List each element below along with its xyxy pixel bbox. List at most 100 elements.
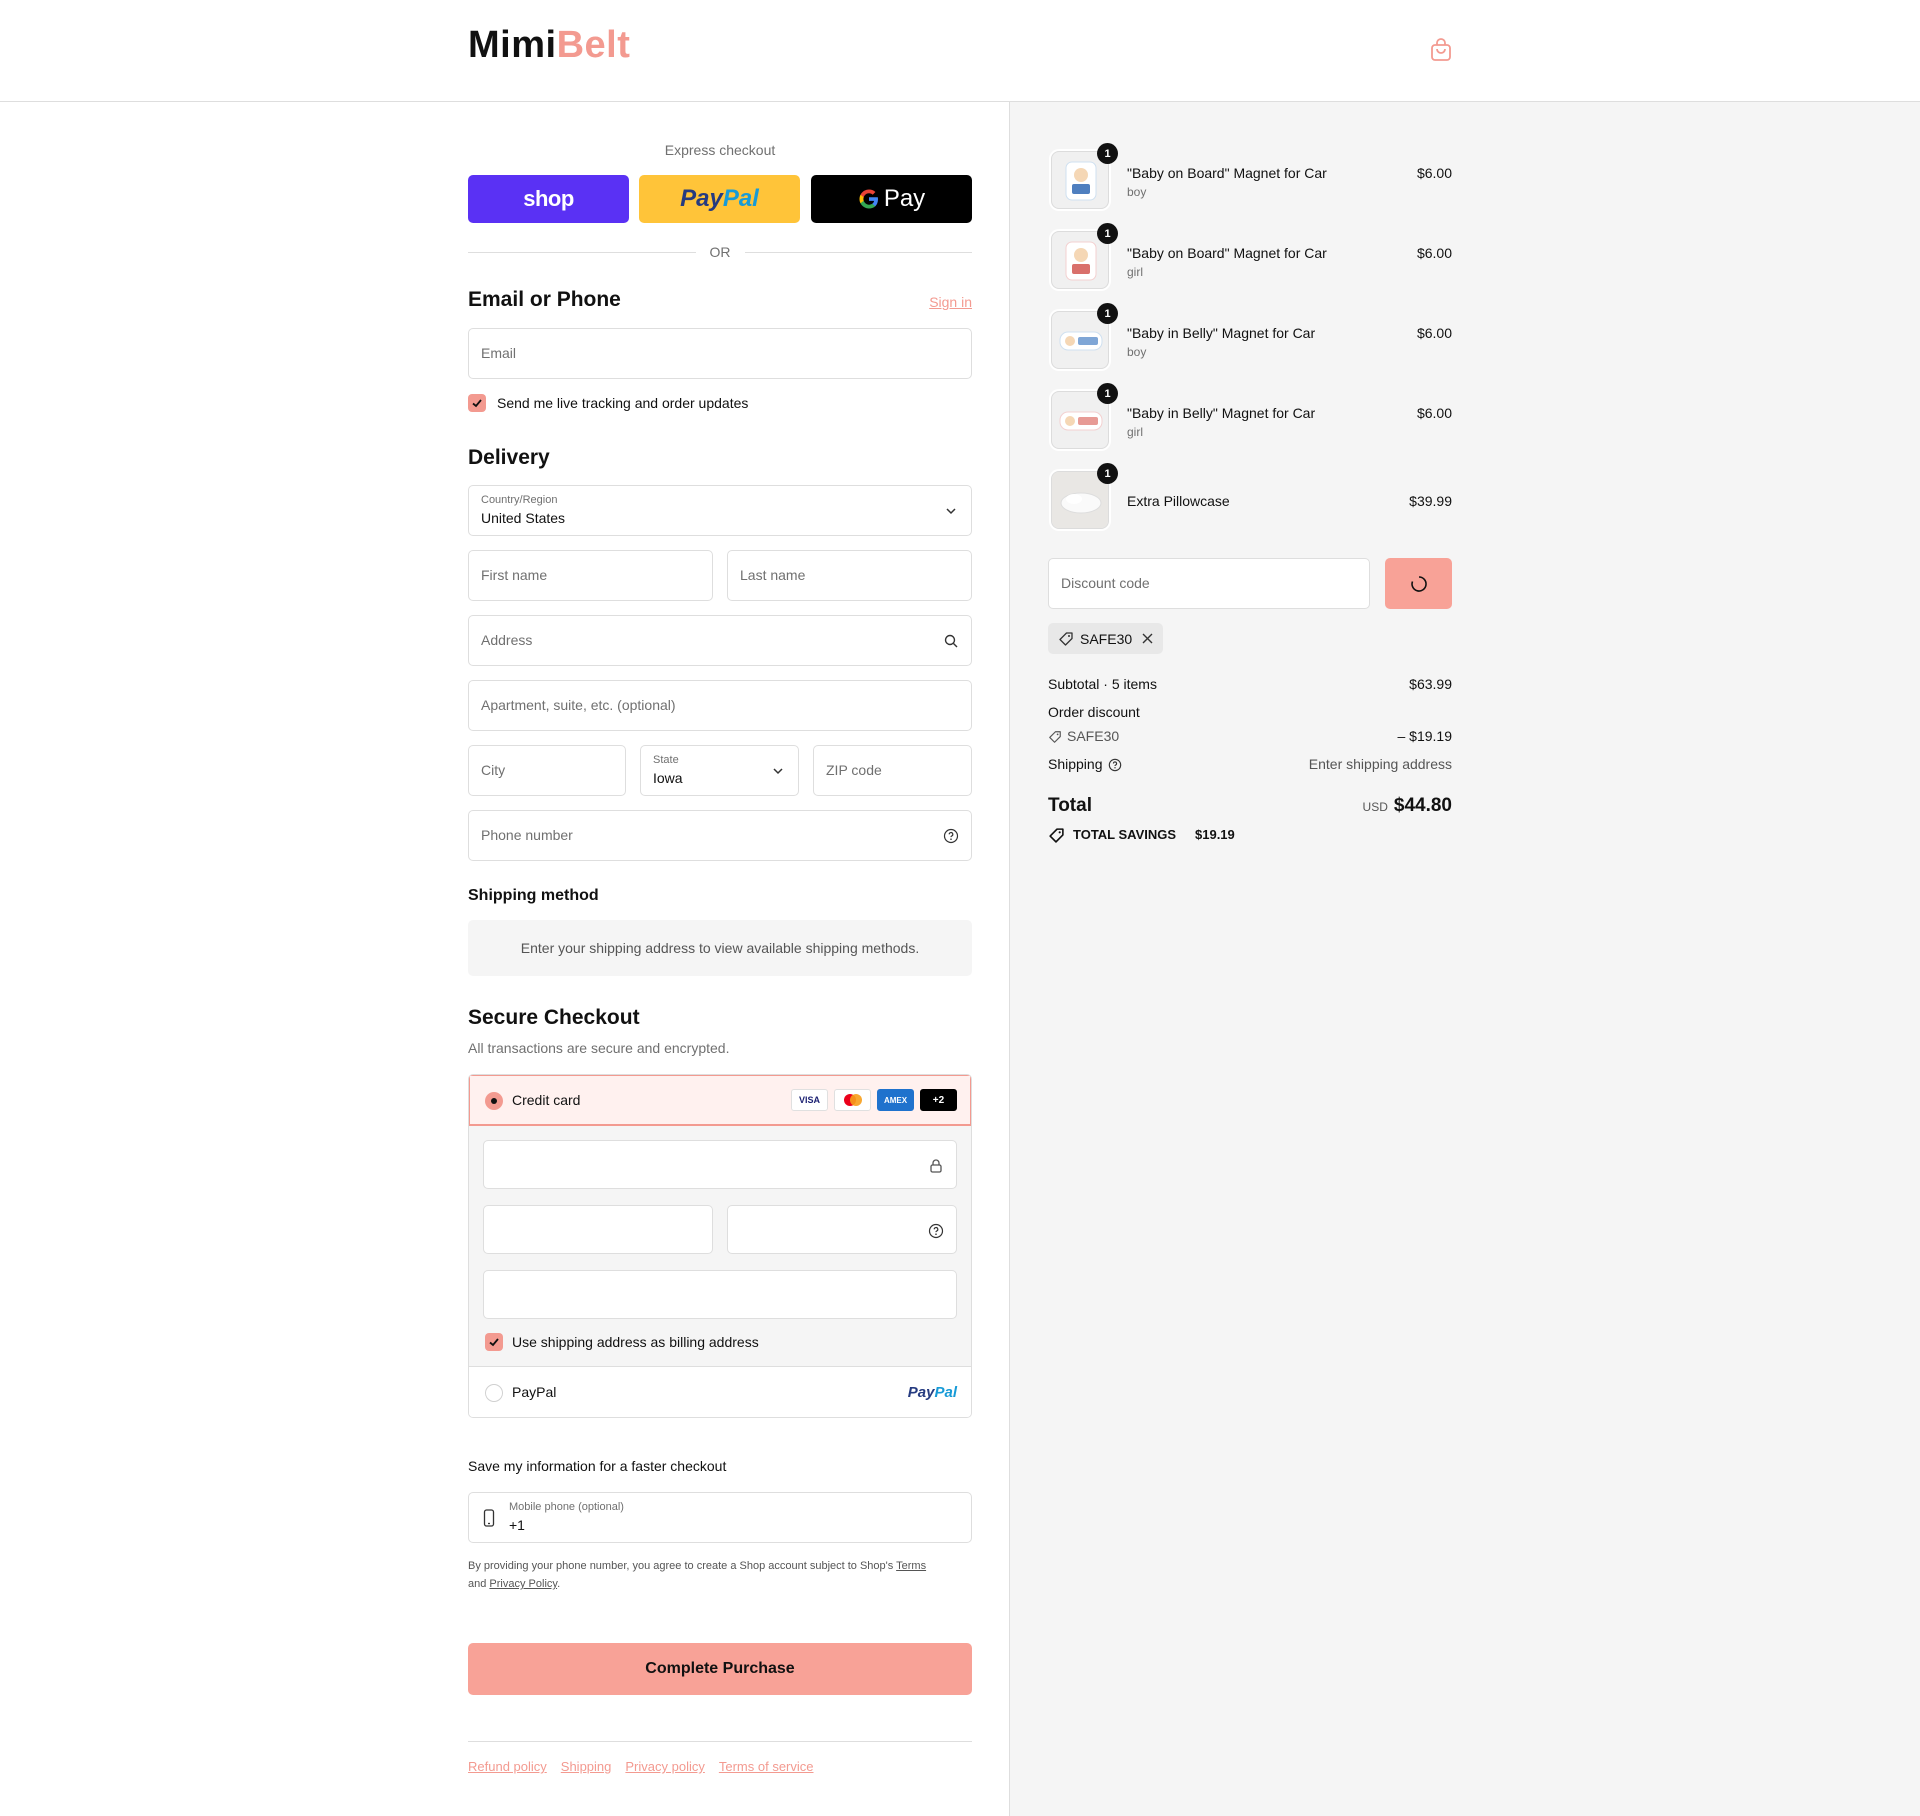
help-circle-icon[interactable] — [928, 1223, 944, 1239]
discount-code-placeholder: Discount code — [1061, 575, 1150, 591]
cart-item: 1 "Baby on Board" Magnet for Car girl $6… — [1048, 223, 1452, 292]
item-variant: boy — [1127, 345, 1147, 359]
card-number-field[interactable] — [483, 1140, 957, 1189]
cart-item: 1 "Baby in Belly" Magnet for Car girl $6… — [1048, 383, 1452, 452]
privacy-policy-link[interactable]: Privacy Policy — [489, 1578, 557, 1590]
subtotal-label: Subtotal · 5 items — [1048, 676, 1157, 692]
state-value: Iowa — [653, 770, 683, 786]
or-divider: OR — [468, 242, 972, 262]
state-label: State — [653, 754, 679, 766]
quantity-badge: 1 — [1097, 383, 1118, 404]
total-label: Total — [1048, 795, 1092, 816]
or-text: OR — [709, 244, 731, 260]
quantity-badge: 1 — [1097, 303, 1118, 324]
shipping-row: Shipping Enter shipping address — [1048, 756, 1452, 772]
tag-icon — [1049, 828, 1064, 843]
search-icon — [944, 634, 958, 648]
express-checkout-buttons: shop Pay Pal Pay — [468, 175, 972, 223]
google-pay-button[interactable]: Pay — [811, 175, 972, 223]
country-value: United States — [481, 510, 566, 526]
complete-purchase-button[interactable]: Complete Purchase — [468, 1643, 972, 1695]
total-value: $44.80 — [1393, 795, 1452, 816]
cart-item: 1 Extra Pillowcase $39.99 — [1048, 463, 1452, 532]
name-on-card-field[interactable] — [483, 1270, 957, 1319]
item-name: "Baby in Belly" Magnet for Car — [1127, 325, 1316, 341]
item-name: Extra Pillowcase — [1127, 493, 1230, 509]
email-field[interactable]: Email — [468, 328, 972, 379]
shopping-bag-icon[interactable] — [1430, 38, 1452, 62]
expiration-date-field[interactable] — [483, 1205, 713, 1254]
subtotal-value: $63.99 — [1409, 676, 1452, 692]
google-g-icon — [859, 189, 878, 209]
checkmark-icon — [472, 399, 482, 408]
amex-icon: AMEX — [877, 1089, 914, 1111]
mobile-phone-value: +1 — [509, 1517, 525, 1533]
credit-card-radio[interactable] — [485, 1092, 503, 1110]
address-field[interactable]: Address — [468, 615, 972, 666]
total-row: Total USD $44.80 — [1048, 795, 1452, 821]
cart-item: 1 "Baby on Board" Magnet for Car boy $6.… — [1048, 143, 1452, 212]
state-select[interactable]: State Iowa — [640, 745, 799, 796]
apply-discount-button[interactable] — [1385, 558, 1452, 609]
paypal-express-button[interactable]: Pay Pal — [639, 175, 800, 223]
help-circle-icon[interactable] — [1108, 758, 1122, 772]
applied-discount-chip: SAFE30 — [1048, 623, 1163, 654]
security-code-field[interactable] — [727, 1205, 957, 1254]
city-field[interactable]: City — [468, 745, 626, 796]
chevron-down-icon — [773, 768, 783, 775]
credit-card-option[interactable]: Credit card VISA AMEX +2 — [469, 1075, 971, 1126]
paypal-option[interactable]: PayPal PayPal — [469, 1366, 971, 1417]
currency-code: USD — [1362, 800, 1388, 814]
first-name-field[interactable]: First name — [468, 550, 713, 601]
total-savings-value: $19.19 — [1195, 827, 1235, 842]
last-name-field[interactable]: Last name — [727, 550, 972, 601]
privacy-policy-footer-link[interactable]: Privacy policy — [625, 1759, 704, 1774]
logo-text-2: Belt — [556, 24, 631, 66]
tag-icon — [1059, 632, 1073, 646]
shipping-label: Shipping — [1048, 756, 1103, 772]
terms-text-1: By providing your phone number, you agre… — [468, 1560, 894, 1572]
help-circle-icon[interactable] — [943, 828, 959, 844]
mastercard-icon — [834, 1089, 871, 1111]
address-placeholder: Address — [481, 632, 533, 648]
item-name: "Baby on Board" Magnet for Car — [1127, 245, 1327, 261]
mobile-phone-field[interactable]: Mobile phone (optional) +1 — [468, 1492, 972, 1543]
country-select[interactable]: Country/Region United States — [468, 485, 972, 536]
item-price: $39.99 — [1409, 493, 1452, 509]
terms-link[interactable]: Terms — [896, 1560, 926, 1572]
terms-of-service-link[interactable]: Terms of service — [719, 1759, 814, 1774]
discount-amount: – $19.19 — [1397, 728, 1453, 744]
billing-address-checkbox[interactable] — [485, 1333, 503, 1351]
country-label: Country/Region — [481, 494, 558, 506]
item-name: "Baby in Belly" Magnet for Car — [1127, 405, 1316, 421]
tag-icon — [1049, 731, 1061, 743]
last-name-placeholder: Last name — [740, 567, 806, 583]
order-updates-checkbox[interactable] — [468, 394, 486, 412]
sign-in-link[interactable]: Sign in — [929, 294, 972, 310]
shipping-methods-notice: Enter your shipping address to view avai… — [468, 920, 972, 976]
discount-code-field[interactable]: Discount code — [1048, 558, 1370, 609]
shop-pay-button[interactable]: shop — [468, 175, 629, 223]
quantity-badge: 1 — [1097, 223, 1118, 244]
shop-pay-label: shop — [523, 186, 574, 211]
paypal-radio[interactable] — [485, 1384, 503, 1402]
paypal-logo-part2: Pal — [934, 1384, 957, 1401]
shipping-policy-link[interactable]: Shipping — [561, 1759, 612, 1774]
delivery-heading: Delivery — [468, 446, 550, 469]
apartment-field[interactable]: Apartment, suite, etc. (optional) — [468, 680, 972, 731]
item-variant: girl — [1127, 425, 1144, 439]
refund-policy-link[interactable]: Refund policy — [468, 1759, 547, 1774]
discount-code-name: SAFE30 — [1067, 728, 1120, 744]
zip-field[interactable]: ZIP code — [813, 745, 972, 796]
phone-field[interactable]: Phone number — [468, 810, 972, 861]
paypal-logo: PayPal — [908, 1384, 957, 1401]
brand-logo[interactable]: MimiBelt — [468, 24, 630, 67]
footer-links: Refund policy Shipping Privacy policy Te… — [468, 1759, 814, 1774]
close-icon[interactable] — [1141, 632, 1154, 645]
mobile-phone-icon — [483, 1509, 495, 1527]
credit-card-form: Use shipping address as billing address — [469, 1126, 971, 1366]
terms-text-2: and — [468, 1578, 487, 1590]
order-discount-row: Order discount — [1048, 704, 1452, 720]
total-savings-label: TOTAL SAVINGS — [1073, 827, 1177, 842]
item-variant: girl — [1127, 265, 1144, 279]
